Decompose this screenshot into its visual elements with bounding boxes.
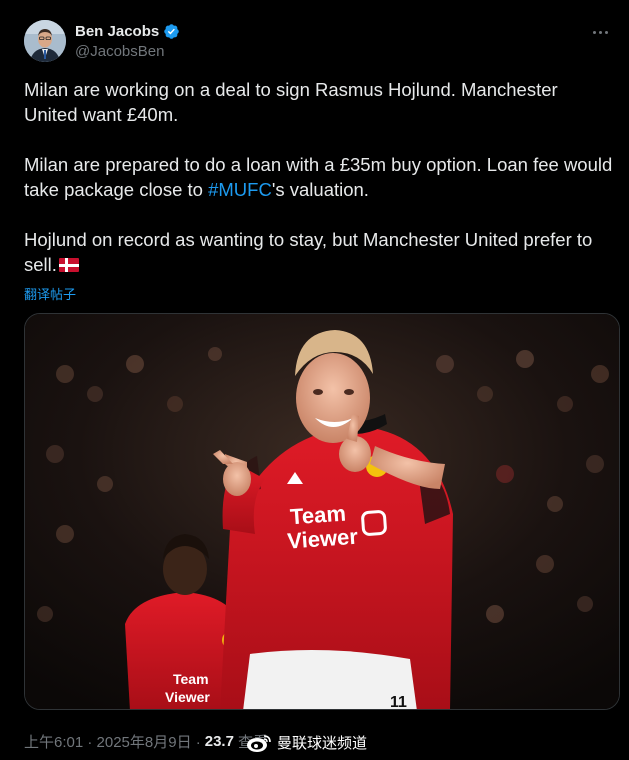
hashtag-link[interactable]: #MUFC xyxy=(208,179,272,200)
tweet-text: Milan are working on a deal to sign Rasm… xyxy=(24,77,614,277)
tweet-meta: 上午6:01 · 2025年8月9日 · 23.7 查看 xyxy=(24,731,268,752)
weibo-logo-icon xyxy=(247,734,271,752)
paragraph-text: Hojlund on record as wanting to stay, bu… xyxy=(24,229,593,275)
paragraph-text: 's valuation. xyxy=(271,179,369,200)
svg-text:Viewer: Viewer xyxy=(165,689,210,705)
avatar[interactable] xyxy=(24,20,66,62)
tweet-paragraph-3: Hojlund on record as wanting to stay, bu… xyxy=(24,227,614,277)
display-name[interactable]: Ben Jacobs xyxy=(75,23,159,40)
watermark-text: 曼联球迷频道 xyxy=(277,735,368,752)
watermark: 曼联球迷频道 xyxy=(246,732,367,753)
tweet-paragraph-2: Milan are prepared to do a loan with a £… xyxy=(24,152,614,202)
translate-post-link[interactable]: 翻译帖子 xyxy=(24,284,76,303)
tweet-photo[interactable]: Team Viewer Team Viewer 11 xyxy=(24,313,620,710)
photo-illustration: Team Viewer Team Viewer 11 xyxy=(25,314,619,710)
svg-text:Viewer: Viewer xyxy=(287,524,360,554)
verified-badge-icon xyxy=(164,24,179,39)
svg-text:Team: Team xyxy=(173,671,209,687)
view-count: 23.7 xyxy=(204,733,234,750)
author-info: Ben Jacobs @JacobsBen xyxy=(75,23,180,60)
handle[interactable]: @JacobsBen xyxy=(75,43,180,60)
more-options-icon[interactable] xyxy=(588,22,612,42)
tweet-paragraph-1: Milan are working on a deal to sign Rasm… xyxy=(24,79,558,125)
shirt-number: 11 xyxy=(390,694,407,710)
name-row: Ben Jacobs xyxy=(75,23,180,40)
tweet-header: Ben Jacobs @JacobsBen xyxy=(24,20,614,64)
timestamp[interactable]: 上午6:01 · 2025年8月9日 · xyxy=(24,731,201,752)
denmark-flag-icon xyxy=(58,258,79,272)
